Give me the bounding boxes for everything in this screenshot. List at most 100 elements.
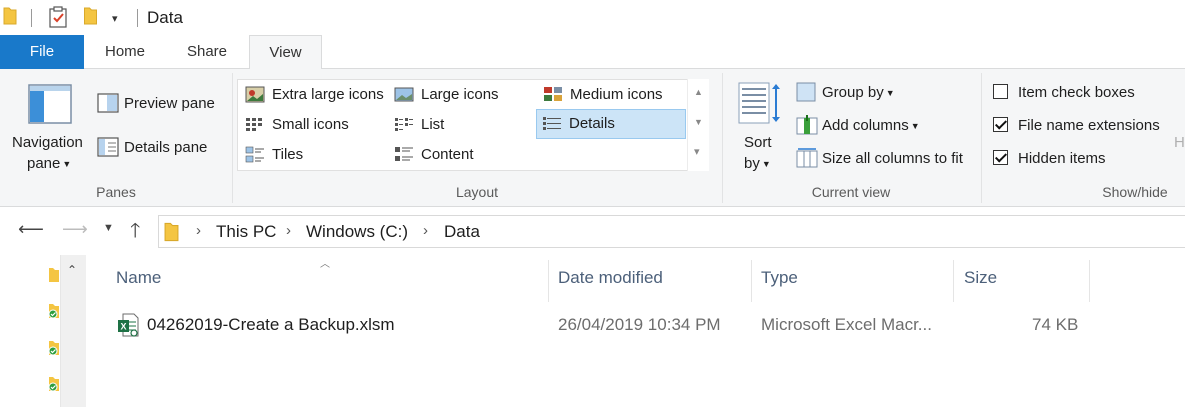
chevron-down-icon: ▼ — [62, 159, 72, 170]
forward-arrow-icon[interactable]: ⟶ — [62, 219, 88, 240]
breadcrumb-windows-c[interactable]: Windows (C:) — [306, 222, 408, 242]
file-type: Microsoft Excel Macr... — [761, 315, 932, 334]
breadcrumb-separator-icon[interactable]: › — [286, 222, 291, 239]
group-separator — [981, 73, 982, 203]
navigation-pane-label-2: pane ▼ — [27, 155, 72, 172]
folder-icon[interactable] — [3, 7, 17, 25]
folder-icon[interactable] — [48, 267, 60, 283]
layout-list[interactable]: List — [389, 111, 537, 139]
up-arrow-icon[interactable]: 🡑 — [130, 216, 140, 250]
sort-by-label: Sort — [744, 134, 772, 151]
address-bar[interactable]: › This PC › Windows (C:) › Data — [158, 215, 1185, 248]
tiles-icon — [245, 146, 264, 163]
group-by-label: Group by ▼ — [822, 84, 895, 101]
hidden-items-label: Hidden items — [1018, 150, 1106, 167]
hidden-items-checkbox[interactable] — [993, 150, 1008, 165]
content-icon — [395, 147, 413, 161]
size-all-columns-label: Size all columns to fit — [822, 150, 963, 167]
tab-file[interactable]: File — [0, 35, 84, 69]
file-name-extensions-checkbox[interactable] — [993, 117, 1008, 132]
column-header-type[interactable]: Type — [761, 268, 798, 288]
add-columns-icon — [796, 115, 818, 135]
column-header-name[interactable]: Name — [116, 268, 161, 288]
size-columns-icon — [796, 148, 818, 168]
add-columns-label: Add columns ▼ — [822, 117, 920, 134]
column-divider[interactable] — [953, 260, 954, 302]
scroll-down-icon[interactable]: ▼ — [694, 117, 703, 127]
preview-pane-label: Preview pane — [124, 95, 215, 112]
current-view-group-label: Current view — [811, 184, 891, 200]
recent-locations-chevron-icon[interactable]: ▼ — [103, 222, 114, 234]
small-icons-icon — [246, 118, 262, 131]
title-separator — [137, 9, 138, 27]
folder-icon — [164, 222, 179, 242]
layout-small-icons[interactable]: Small icons — [240, 111, 388, 139]
sort-by-label-2: by ▼ — [744, 155, 771, 172]
svg-text:X: X — [120, 322, 126, 332]
tab-home[interactable]: Home — [91, 35, 159, 69]
layout-content[interactable]: Content — [389, 141, 537, 169]
file-name: 04262019-Create a Backup.xlsm — [147, 315, 395, 334]
breadcrumb-data[interactable]: Data — [444, 222, 480, 242]
file-date-modified: 26/04/2019 10:34 PM — [558, 315, 721, 334]
tab-share[interactable]: Share — [176, 35, 238, 69]
group-by-icon — [796, 82, 816, 102]
layout-medium-icons[interactable]: Medium icons — [538, 81, 686, 109]
address-row: ⟵ ⟶ ▼ 🡑 › This PC › Windows (C:) › Data — [0, 207, 1185, 255]
column-header-date-modified[interactable]: Date modified — [558, 268, 663, 288]
title-bar: ▾ Data — [0, 0, 1185, 35]
chevron-down-icon: ▼ — [885, 88, 895, 99]
navigation-pane-label: Navigation — [12, 134, 83, 151]
hide-selected-items-truncated[interactable]: H — [1174, 134, 1185, 151]
layout-details[interactable]: Details — [536, 109, 686, 139]
quick-access-separator — [31, 9, 32, 27]
table-row[interactable]: X 04262019-Create a Backup.xlsm 26/04/20… — [86, 310, 1185, 340]
tab-view[interactable]: View — [249, 35, 322, 70]
details-pane-label: Details pane — [124, 139, 208, 156]
ribbon-tabs: File Home Share View — [0, 35, 1185, 70]
layout-group-label: Layout — [455, 184, 499, 200]
layout-gallery-scrollbar[interactable]: ▲ ▼ ▾ — [687, 79, 709, 171]
sort-by-icon — [738, 82, 780, 124]
preview-pane-icon — [97, 93, 119, 113]
synced-folder-icon[interactable] — [48, 303, 60, 319]
synced-folder-icon[interactable] — [48, 340, 60, 356]
sort-ascending-icon: ︿ — [320, 259, 330, 270]
column-divider[interactable] — [548, 260, 549, 302]
column-divider[interactable] — [1089, 260, 1090, 302]
column-divider[interactable] — [751, 260, 752, 302]
file-size: 74 KB — [1032, 315, 1079, 334]
breadcrumb-this-pc[interactable]: This PC — [216, 222, 276, 242]
navigation-pane-scrollbar[interactable]: ⌃ — [60, 255, 86, 407]
large-icons-icon — [394, 87, 414, 102]
show-hide-group-label: Show/hide — [1102, 184, 1168, 200]
layout-gallery: Extra large icons Large icons Medium ico… — [237, 79, 709, 171]
column-header-size[interactable]: Size — [964, 268, 997, 288]
list-icon — [395, 118, 413, 131]
scroll-up-icon[interactable]: ⌃ — [67, 263, 77, 277]
file-list: ︿ Name Date modified Type Size X 0426201… — [86, 255, 1185, 407]
layout-large-icons[interactable]: Large icons — [389, 81, 537, 109]
panes-group-label: Panes — [96, 184, 136, 200]
properties-icon[interactable] — [49, 6, 67, 28]
breadcrumb-separator-icon[interactable]: › — [196, 222, 201, 239]
item-check-boxes-label: Item check boxes — [1018, 84, 1135, 101]
item-check-boxes-checkbox[interactable] — [993, 84, 1008, 99]
chevron-down-icon: ▼ — [910, 121, 920, 132]
chevron-down-icon: ▼ — [761, 159, 771, 170]
navigation-pane: ⌃ — [0, 255, 86, 407]
breadcrumb-separator-icon[interactable]: › — [423, 222, 428, 239]
details-pane-icon — [97, 137, 119, 157]
new-folder-icon[interactable] — [83, 7, 98, 25]
customize-quick-access-icon[interactable]: ▾ — [112, 12, 118, 25]
expand-gallery-icon[interactable]: ▾ — [694, 145, 700, 158]
extra-large-icons-icon — [245, 86, 265, 103]
details-icon — [543, 117, 561, 130]
medium-icons-icon — [544, 87, 562, 101]
back-arrow-icon[interactable]: ⟵ — [18, 219, 44, 240]
synced-folder-icon[interactable] — [48, 376, 60, 392]
layout-tiles[interactable]: Tiles — [240, 141, 388, 169]
layout-extra-large-icons[interactable]: Extra large icons — [240, 81, 388, 109]
scroll-up-icon[interactable]: ▲ — [694, 87, 703, 97]
window-title: Data — [147, 8, 183, 27]
